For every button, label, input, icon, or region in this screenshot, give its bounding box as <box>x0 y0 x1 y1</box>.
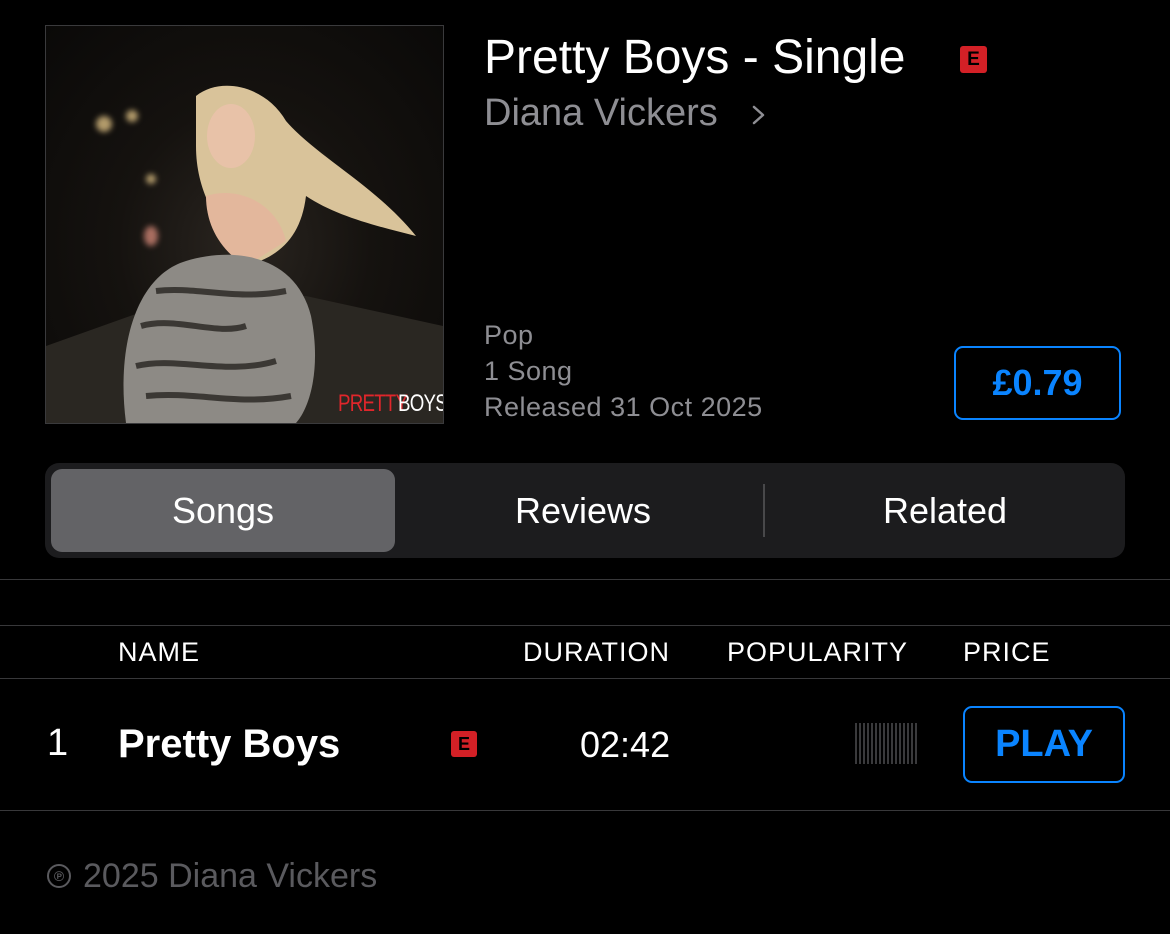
column-header-name[interactable]: NAME <box>118 637 200 668</box>
divider <box>0 810 1170 811</box>
tab-related[interactable]: Related <box>765 469 1125 552</box>
divider <box>0 678 1170 679</box>
buy-album-button[interactable]: £0.79 <box>954 346 1121 420</box>
divider <box>0 579 1170 580</box>
album-title: Pretty Boys - Single <box>484 31 906 84</box>
popularity-meter <box>855 723 917 764</box>
artist-link[interactable]: Diana Vickers <box>484 92 718 135</box>
play-button[interactable]: PLAY <box>963 706 1125 783</box>
chevron-right-icon[interactable] <box>750 102 768 128</box>
explicit-badge: E <box>451 731 477 757</box>
album-release-date: Released 31 Oct 2025 <box>484 392 763 422</box>
track-duration: 02:42 <box>580 724 671 765</box>
tab-songs[interactable]: Songs <box>51 469 395 552</box>
copyright-notice: ℗ 2025 Diana Vickers <box>47 857 377 896</box>
track-name[interactable]: Pretty Boys <box>118 722 340 767</box>
album-page: PRETTY BOYS Pretty Boys - Single E Diana… <box>0 0 1170 934</box>
segmented-control: Songs Reviews Related <box>45 463 1125 558</box>
album-song-count: 1 Song <box>484 356 573 386</box>
cover-title-boys: BOYS <box>398 390 444 417</box>
tab-reviews[interactable]: Reviews <box>405 469 761 552</box>
cover-title-pretty: PRETTY <box>338 390 408 417</box>
album-genre: Pop <box>484 320 534 350</box>
column-header-price[interactable]: PRICE <box>963 637 1051 668</box>
column-header-duration[interactable]: DURATION <box>523 637 670 668</box>
explicit-badge: E <box>960 46 987 73</box>
phonogram-icon: ℗ <box>47 864 71 888</box>
track-number: 1 <box>47 722 69 764</box>
album-artwork[interactable]: PRETTY BOYS <box>45 25 444 424</box>
divider <box>0 625 1170 626</box>
cover-figure <box>46 85 443 423</box>
copyright-text: 2025 Diana Vickers <box>83 857 378 895</box>
column-header-popularity[interactable]: POPULARITY <box>727 637 908 668</box>
